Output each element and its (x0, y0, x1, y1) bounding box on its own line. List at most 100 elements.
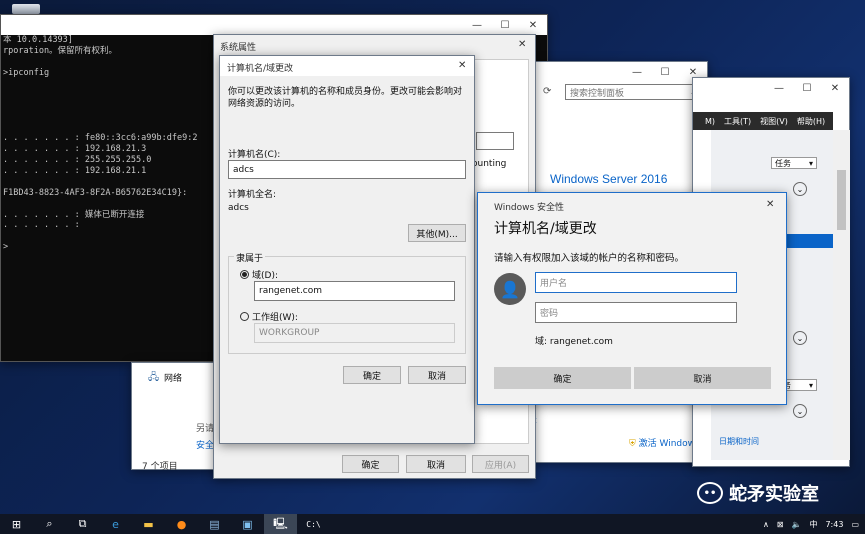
network-status-icon[interactable]: ⊠ (777, 520, 784, 529)
workgroup-label: 工作组(W): (252, 313, 298, 323)
menu-item-tools[interactable]: 工具(T) (724, 116, 751, 127)
dialog-description: 你可以更改该计算机的名称和成员身份。更改可能会影响对网络资源的访问。 (228, 87, 463, 109)
cmd-line (3, 199, 197, 210)
folder-icon[interactable]: ▬ (132, 514, 165, 534)
maximize-icon[interactable]: ☐ (651, 62, 679, 82)
close-icon[interactable]: ✕ (766, 199, 774, 210)
more-button[interactable]: 其他(M)... (408, 224, 466, 242)
apply-button[interactable]: 应用(A) (472, 455, 529, 473)
maximize-icon[interactable]: ☐ (793, 78, 821, 98)
close-icon[interactable]: ✕ (821, 78, 849, 98)
workgroup-input[interactable]: WORKGROUP (254, 323, 455, 343)
maximize-icon[interactable]: ☐ (491, 15, 519, 35)
domain-radio[interactable]: 域(D): (240, 268, 278, 281)
domain-label: 域(D): (252, 271, 278, 281)
cancel-button[interactable]: 取消 (406, 455, 466, 473)
computer-name-label: 计算机名(C): (228, 150, 281, 160)
scrollbar[interactable] (833, 130, 850, 460)
activate-windows-link[interactable]: ⛨ 激活 Windows (629, 436, 700, 449)
domain-change-dialog[interactable]: 计算机名/域更改 ✕ 你可以更改该计算机的名称和成员身份。更改可能会影响对网络资… (219, 55, 475, 444)
os-name: Windows Server 2016 (550, 172, 668, 186)
cmd-line (3, 111, 197, 122)
expand-icon[interactable]: ⌄ (793, 182, 807, 196)
menu-item-help[interactable]: 帮助(H) (797, 116, 825, 127)
system-icon[interactable]: 🖳 (264, 514, 297, 534)
search-icon[interactable]: ⌕ (33, 514, 66, 534)
close-icon[interactable]: ✕ (458, 60, 466, 71)
cmd-line: . . . . . . . : 192.168.21.1 (3, 165, 147, 176)
security-link[interactable]: 安全 (196, 438, 214, 451)
cmd-icon[interactable]: C:\ (297, 514, 330, 534)
wechat-icon: •• (697, 482, 723, 504)
control-panel-search-input[interactable]: 搜索控制面板 ⌕ (565, 84, 701, 100)
chevron-down-icon: ▾ (808, 380, 813, 390)
workgroup-radio[interactable]: 工作组(W): (240, 310, 298, 323)
dialog-cancel-button[interactable]: 取消 (408, 366, 466, 384)
username-input[interactable]: 用户名 (535, 272, 737, 293)
security-ok-button[interactable]: 确定 (494, 367, 631, 389)
cmd-line (3, 231, 197, 242)
minimize-icon[interactable]: — (765, 78, 793, 98)
edge-icon[interactable]: e (99, 514, 132, 534)
task-view-icon[interactable]: ⧉ (66, 514, 99, 534)
computer-name-input[interactable]: adcs (228, 160, 466, 179)
minimize-icon[interactable]: — (623, 62, 651, 82)
firefox-icon[interactable]: ● (165, 514, 198, 534)
expand-icon[interactable]: ⌄ (793, 331, 807, 345)
cmd-line (3, 177, 197, 188)
cmd-line: . . . . . . . : 媒体已断开连接 (3, 209, 145, 220)
password-input[interactable]: 密码 (535, 302, 737, 323)
close-icon[interactable]: ✕ (519, 15, 547, 35)
ime-indicator[interactable]: 中 (809, 519, 817, 530)
cmd-line: . . . . . . . : fe80::3cc6:a99b:dfe9:2 (3, 133, 198, 144)
menu-bar: M) 工具(T) 视图(V) 帮助(H) (693, 112, 833, 130)
cmd-line: . . . . . . . : 192.168.21.3 (3, 144, 147, 155)
security-cancel-button[interactable]: 取消 (634, 367, 771, 389)
cmd-line (3, 90, 197, 101)
tasks-dropdown[interactable]: 任务▾ (771, 157, 817, 169)
full-name-label: 计算机全名: (228, 190, 277, 200)
domain-input[interactable]: rangenet.com (254, 281, 455, 301)
wechat-watermark: •• 蛇矛实验室 (697, 480, 819, 506)
radio-selected-icon (240, 270, 249, 279)
minimize-icon[interactable]: — (463, 15, 491, 35)
windows-security-dialog[interactable]: Windows 安全性 ✕ 计算机名/域更改 请输入有权限加入该域的帐户的名称和… (477, 192, 787, 405)
menu-item-view[interactable]: 视图(V) (760, 116, 788, 127)
cmd-line: . . . . . . . : (3, 220, 80, 231)
network-label[interactable]: 网络 (164, 371, 182, 384)
cmd-output: 本 10.0.14393] rporation。保留所有权利。 >ipconfig… (3, 35, 197, 253)
chevron-up-icon[interactable]: ∧ (763, 520, 769, 529)
recycle-bin-icon[interactable] (12, 4, 40, 14)
radio-unselected-icon (240, 312, 249, 321)
cmd-line (3, 122, 197, 133)
server-manager-controls: — ☐ ✕ (765, 78, 849, 98)
item-count: 7 个项目 (142, 462, 178, 472)
clock[interactable]: 7:43 (825, 520, 843, 529)
partial-text: ounting (472, 159, 507, 169)
close-icon[interactable]: ✕ (518, 39, 526, 50)
cmd-line: > (3, 242, 9, 253)
cmd-line: F1BD43-8823-4AF3-8F2A-B65762E34C19}: (3, 187, 188, 198)
taskbar: ⊞ ⌕ ⧉ e ▬ ● ▤ ▣ 🖳 C:\ ∧ ⊠ 🔈 中 7:43 ▭ (0, 514, 865, 534)
control-panel-icon[interactable]: ▣ (231, 514, 264, 534)
cmd-line: . . . . . . . : 255.255.255.0 (3, 154, 152, 165)
watermark-text: 蛇矛实验室 (729, 484, 819, 505)
shield-icon: ⛨ (629, 439, 636, 449)
windows-start-icon[interactable]: ⊞ (0, 514, 33, 534)
dialog-ok-button[interactable]: 确定 (343, 366, 401, 384)
expand-icon[interactable]: ⌄ (793, 404, 807, 418)
scrollbar-thumb[interactable] (837, 170, 846, 230)
chevron-down-icon: ▾ (808, 158, 813, 168)
ok-button[interactable]: 确定 (342, 455, 399, 473)
domain-info: 域: rangenet.com (535, 337, 613, 347)
server-manager-icon[interactable]: ▤ (198, 514, 231, 534)
datetime-link[interactable]: 日期和时间 (719, 436, 759, 447)
see-also-label: 另请 (196, 424, 215, 434)
volume-icon[interactable]: 🔈 (792, 520, 802, 529)
notification-icon[interactable]: ▭ (851, 520, 859, 529)
security-heading: 计算机名/域更改 (494, 221, 597, 237)
member-of-label: 隶属于 (234, 251, 266, 264)
description-field[interactable] (476, 132, 514, 150)
refresh-icon[interactable]: ⟳ (543, 86, 551, 97)
menu-item-m[interactable]: M) (705, 117, 715, 126)
